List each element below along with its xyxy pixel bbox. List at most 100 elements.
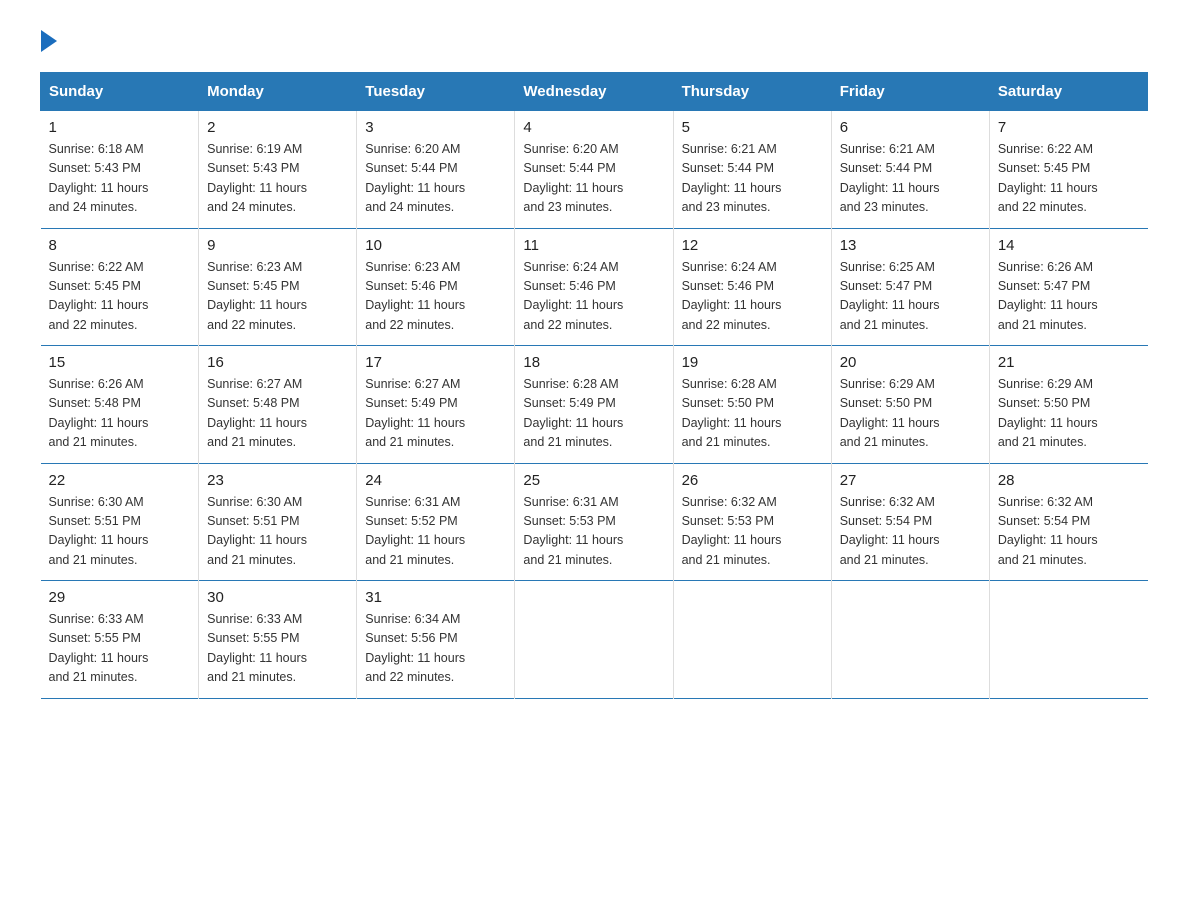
day-number: 15 [49,354,191,371]
day-number: 21 [998,354,1140,371]
day-number: 10 [365,237,506,254]
day-number: 28 [998,472,1140,489]
day-number: 27 [840,472,981,489]
day-number: 5 [682,119,823,136]
calendar-cell: 11 Sunrise: 6:24 AMSunset: 5:46 PMDayligh… [515,228,673,346]
day-info: Sunrise: 6:32 AMSunset: 5:54 PMDaylight:… [998,493,1140,571]
day-number: 16 [207,354,348,371]
calendar-week-row: 29 Sunrise: 6:33 AMSunset: 5:55 PMDayligh… [41,581,1148,699]
calendar-cell: 13Sunrise: 6:25 AMSunset: 5:47 PMDayligh… [831,228,989,346]
calendar-cell: 31 Sunrise: 6:34 AMSunset: 5:56 PMDayligh… [357,581,515,699]
calendar-cell: 9 Sunrise: 6:23 AMSunset: 5:45 PMDaylight… [199,228,357,346]
day-info: Sunrise: 6:34 AMSunset: 5:56 PMDaylight:… [365,610,506,688]
calendar-week-row: 8Sunrise: 6:22 AMSunset: 5:45 PMDaylight… [41,228,1148,346]
calendar-table: Sunday Monday Tuesday Wednesday Thursday… [40,72,1148,699]
day-info: Sunrise: 6:31 AMSunset: 5:53 PMDaylight:… [523,493,664,571]
day-info: Sunrise: 6:21 AMSunset: 5:44 PMDaylight:… [840,140,981,218]
day-info: Sunrise: 6:33 AMSunset: 5:55 PMDaylight:… [49,610,191,688]
col-wednesday: Wednesday [515,73,673,111]
day-info: Sunrise: 6:28 AMSunset: 5:50 PMDaylight:… [682,375,823,453]
day-number: 11 [523,237,664,254]
calendar-cell: 7 Sunrise: 6:22 AMSunset: 5:45 PMDaylight… [989,111,1147,229]
calendar-cell: 4Sunrise: 6:20 AMSunset: 5:44 PMDaylight… [515,111,673,229]
day-number: 1 [49,119,191,136]
day-number: 29 [49,589,191,606]
day-info: Sunrise: 6:23 AMSunset: 5:45 PMDaylight:… [207,258,348,336]
day-info: Sunrise: 6:19 AMSunset: 5:43 PMDaylight:… [207,140,348,218]
day-number: 22 [49,472,191,489]
calendar-cell [673,581,831,699]
day-info: Sunrise: 6:28 AMSunset: 5:49 PMDaylight:… [523,375,664,453]
day-info: Sunrise: 6:22 AMSunset: 5:45 PMDaylight:… [998,140,1140,218]
day-number: 26 [682,472,823,489]
calendar-cell: 26 Sunrise: 6:32 AMSunset: 5:53 PMDayligh… [673,463,831,581]
day-info: Sunrise: 6:18 AMSunset: 5:43 PMDaylight:… [49,140,191,218]
calendar-cell: 23 Sunrise: 6:30 AMSunset: 5:51 PMDayligh… [199,463,357,581]
col-tuesday: Tuesday [357,73,515,111]
logo-triangle-icon [41,30,57,52]
calendar-cell: 2 Sunrise: 6:19 AMSunset: 5:43 PMDaylight… [199,111,357,229]
day-number: 12 [682,237,823,254]
calendar-cell [831,581,989,699]
day-number: 8 [49,237,191,254]
day-info: Sunrise: 6:30 AMSunset: 5:51 PMDaylight:… [49,493,191,571]
day-info: Sunrise: 6:20 AMSunset: 5:44 PMDaylight:… [365,140,506,218]
calendar-cell: 10 Sunrise: 6:23 AMSunset: 5:46 PMDayligh… [357,228,515,346]
calendar-cell: 22 Sunrise: 6:30 AMSunset: 5:51 PMDayligh… [41,463,199,581]
day-info: Sunrise: 6:26 AMSunset: 5:48 PMDaylight:… [49,375,191,453]
day-number: 19 [682,354,823,371]
calendar-cell: 3 Sunrise: 6:20 AMSunset: 5:44 PMDaylight… [357,111,515,229]
day-info: Sunrise: 6:27 AMSunset: 5:48 PMDaylight:… [207,375,348,453]
day-info: Sunrise: 6:24 AMSunset: 5:46 PMDaylight:… [523,258,664,336]
day-number: 18 [523,354,664,371]
col-friday: Friday [831,73,989,111]
day-info: Sunrise: 6:29 AMSunset: 5:50 PMDaylight:… [998,375,1140,453]
calendar-cell: 19 Sunrise: 6:28 AMSunset: 5:50 PMDayligh… [673,346,831,464]
day-number: 9 [207,237,348,254]
calendar-cell: 21 Sunrise: 6:29 AMSunset: 5:50 PMDayligh… [989,346,1147,464]
col-sunday: Sunday [41,73,199,111]
logo [40,30,57,52]
calendar-cell: 12 Sunrise: 6:24 AMSunset: 5:46 PMDayligh… [673,228,831,346]
calendar-cell: 29 Sunrise: 6:33 AMSunset: 5:55 PMDayligh… [41,581,199,699]
day-number: 2 [207,119,348,136]
calendar-cell: 16 Sunrise: 6:27 AMSunset: 5:48 PMDayligh… [199,346,357,464]
calendar-cell: 28 Sunrise: 6:32 AMSunset: 5:54 PMDayligh… [989,463,1147,581]
calendar-week-row: 22 Sunrise: 6:30 AMSunset: 5:51 PMDayligh… [41,463,1148,581]
day-number: 23 [207,472,348,489]
day-number: 30 [207,589,348,606]
col-monday: Monday [199,73,357,111]
header [40,30,1148,52]
calendar-cell: 17 Sunrise: 6:27 AMSunset: 5:49 PMDayligh… [357,346,515,464]
day-number: 24 [365,472,506,489]
day-info: Sunrise: 6:32 AMSunset: 5:53 PMDaylight:… [682,493,823,571]
day-number: 13 [840,237,981,254]
day-number: 17 [365,354,506,371]
col-saturday: Saturday [989,73,1147,111]
calendar-cell: 8Sunrise: 6:22 AMSunset: 5:45 PMDaylight… [41,228,199,346]
calendar-cell: 18 Sunrise: 6:28 AMSunset: 5:49 PMDayligh… [515,346,673,464]
day-info: Sunrise: 6:31 AMSunset: 5:52 PMDaylight:… [365,493,506,571]
calendar-cell: 30 Sunrise: 6:33 AMSunset: 5:55 PMDayligh… [199,581,357,699]
day-number: 31 [365,589,506,606]
day-info: Sunrise: 6:24 AMSunset: 5:46 PMDaylight:… [682,258,823,336]
calendar-cell: 25Sunrise: 6:31 AMSunset: 5:53 PMDayligh… [515,463,673,581]
day-number: 6 [840,119,981,136]
day-info: Sunrise: 6:27 AMSunset: 5:49 PMDaylight:… [365,375,506,453]
day-info: Sunrise: 6:20 AMSunset: 5:44 PMDaylight:… [523,140,664,218]
day-info: Sunrise: 6:23 AMSunset: 5:46 PMDaylight:… [365,258,506,336]
calendar-week-row: 15 Sunrise: 6:26 AMSunset: 5:48 PMDayligh… [41,346,1148,464]
calendar-cell: 27Sunrise: 6:32 AMSunset: 5:54 PMDayligh… [831,463,989,581]
day-info: Sunrise: 6:30 AMSunset: 5:51 PMDaylight:… [207,493,348,571]
day-number: 14 [998,237,1140,254]
calendar-cell: 5Sunrise: 6:21 AMSunset: 5:44 PMDaylight… [673,111,831,229]
header-row: Sunday Monday Tuesday Wednesday Thursday… [41,73,1148,111]
day-number: 3 [365,119,506,136]
calendar-cell: 24 Sunrise: 6:31 AMSunset: 5:52 PMDayligh… [357,463,515,581]
calendar-cell [989,581,1147,699]
calendar-cell: 20Sunrise: 6:29 AMSunset: 5:50 PMDayligh… [831,346,989,464]
day-number: 7 [998,119,1140,136]
col-thursday: Thursday [673,73,831,111]
calendar-cell: 15 Sunrise: 6:26 AMSunset: 5:48 PMDayligh… [41,346,199,464]
day-info: Sunrise: 6:33 AMSunset: 5:55 PMDaylight:… [207,610,348,688]
